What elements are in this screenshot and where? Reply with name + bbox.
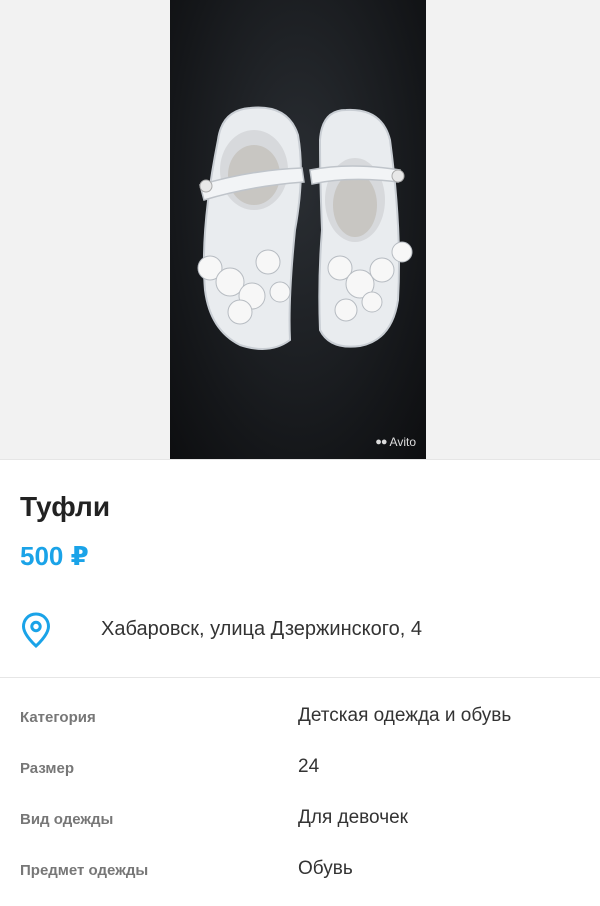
spec-value: Для девочек <box>298 807 408 828</box>
location-pin-icon <box>21 612 51 648</box>
location-row[interactable]: Хабаровск, улица Дзержинского, 4 <box>20 610 580 650</box>
spec-row: Категория Детская одежда и обувь <box>0 694 600 745</box>
listing-photo[interactable]: ●● Avito <box>170 0 426 459</box>
shoes-illustration <box>197 106 413 350</box>
listing-title: Туфли <box>20 491 111 522</box>
spec-key: Предмет одежды <box>20 862 149 879</box>
spec-value: 24 <box>298 756 320 777</box>
spec-value: Обувь <box>298 858 353 879</box>
listing-price: 500 ₽ <box>20 541 89 571</box>
spec-value: Детская одежда и обувь <box>298 705 512 726</box>
divider <box>0 459 600 460</box>
spec-row: Размер 24 <box>0 745 600 796</box>
photo-gallery[interactable]: ●● Avito <box>0 0 600 459</box>
spec-key: Размер <box>20 760 75 777</box>
specs-list: Категория Детская одежда и обувь Размер … <box>0 694 600 898</box>
spec-key: Вид одежды <box>20 811 114 828</box>
listing-address: Хабаровск, улица Дзержинского, 4 <box>101 618 422 640</box>
avito-watermark: ●● Avito <box>375 435 416 449</box>
spec-key: Категория <box>20 709 96 726</box>
divider <box>0 677 600 678</box>
spec-row: Предмет одежды Обувь <box>0 847 600 898</box>
spec-row: Вид одежды Для девочек <box>0 796 600 847</box>
watermark-text: Avito <box>389 435 416 449</box>
avito-logo-icon: ●● <box>375 436 387 448</box>
